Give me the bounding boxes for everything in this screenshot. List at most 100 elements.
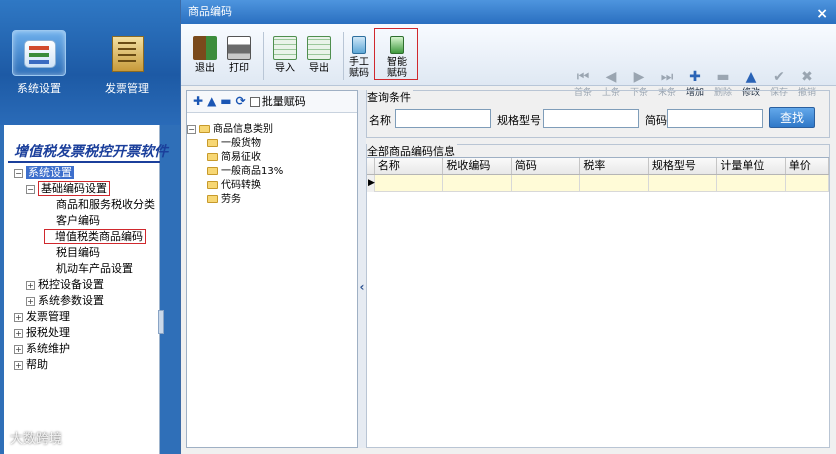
goods-code-table[interactable]: 名称 税收编码 简码 税率 规格型号 计量单位 单价 ▶ [367, 157, 829, 447]
window-titlebar[interactable]: 商品编码 × [181, 0, 836, 24]
nav-item-label: 报税处理 [26, 326, 70, 339]
exit-label: 退出 [195, 63, 215, 74]
table-cell[interactable] [649, 175, 718, 192]
tree-root[interactable]: − 商品信息类别 [187, 123, 273, 137]
column-header[interactable]: 税收编码 [443, 158, 512, 174]
search-button[interactable]: 查找 [769, 107, 815, 128]
add-category-icon[interactable]: ✚ [193, 94, 203, 108]
column-header[interactable]: 计量单位 [717, 158, 786, 174]
chevron-left-icon[interactable]: ‹ [358, 280, 366, 294]
expand-icon[interactable]: + [14, 328, 23, 338]
export-button[interactable]: 导出 [303, 36, 335, 74]
table-cell[interactable] [717, 175, 786, 192]
expand-icon[interactable]: + [14, 360, 23, 370]
nav-item-vehicle-settings[interactable]: 机动车产品设置 [56, 261, 133, 277]
nav-item-tax-filing[interactable]: + 报税处理 [14, 325, 70, 341]
manual-code-icon [352, 36, 366, 54]
import-button[interactable]: 导入 [269, 36, 301, 74]
pane-splitter[interactable]: ‹ [358, 90, 366, 448]
row-pointer-icon: ▶ [367, 175, 375, 192]
column-header[interactable]: 税率 [580, 158, 649, 174]
nav-item-vat-goods-code[interactable]: 增值税类商品编码 [44, 229, 146, 245]
export-label: 导出 [309, 63, 329, 74]
table-row[interactable]: ▶ [367, 175, 829, 192]
refresh-icon[interactable]: ⟳ [236, 94, 246, 108]
launcher-invoice-management[interactable]: 发票管理 [92, 30, 162, 96]
import-label: 导入 [275, 63, 295, 74]
nav-item-label: 系统设置 [26, 166, 74, 179]
cross-icon: ✖ [801, 69, 813, 85]
tree-item-label: 劳务 [221, 194, 241, 205]
query-group-title: 查询条件 [367, 89, 413, 105]
short-code-input[interactable] [667, 109, 763, 128]
nav-item-system-params[interactable]: + 系统参数设置 [26, 293, 104, 309]
expand-icon[interactable]: + [26, 280, 35, 290]
table-cell[interactable] [512, 175, 581, 192]
expand-icon[interactable]: + [14, 344, 23, 354]
column-header[interactable]: 名称 [375, 158, 444, 174]
print-label: 打印 [229, 63, 249, 74]
folder-icon [207, 167, 218, 175]
table-cell[interactable] [443, 175, 512, 192]
launcher-system-settings[interactable]: 系统设置 [4, 30, 74, 96]
expand-icon[interactable]: + [26, 296, 35, 306]
name-input[interactable] [395, 109, 491, 128]
nav-item-system-settings[interactable]: − 系统设置 [14, 165, 74, 181]
system-settings-icon [12, 30, 66, 76]
spec-input[interactable] [543, 109, 639, 128]
folder-icon [207, 181, 218, 189]
import-sheet-icon [273, 36, 297, 60]
category-tree-pane: ✚ ▲ ▬ ⟳ 批量赋码 − 商品信息类别 一般货物 简易征收 一般商品13% 代码转换 … [186, 90, 358, 448]
nav-item-customer-code[interactable]: 客户编码 [56, 213, 100, 229]
tree-item-label: 简易征收 [221, 152, 261, 163]
nav-item-help[interactable]: + 帮助 [14, 357, 48, 373]
nav-item-tax-device-settings[interactable]: + 税控设备设置 [26, 277, 104, 293]
nav-item-system-maintenance[interactable]: + 系统维护 [14, 341, 70, 357]
column-header[interactable]: 简码 [512, 158, 581, 174]
expand-icon[interactable]: + [14, 312, 23, 322]
up-arrow-icon[interactable]: ▲ [207, 94, 216, 108]
panel-collapse-handle[interactable] [158, 310, 164, 334]
tree-item[interactable]: 一般货物 [207, 137, 261, 151]
table-header: 名称 税收编码 简码 税率 规格型号 计量单位 单价 [367, 158, 829, 175]
invoice-management-icon [100, 30, 154, 76]
tree-root-label: 商品信息类别 [213, 124, 273, 135]
nav-item-label: 税控设备设置 [38, 278, 104, 291]
remove-category-icon[interactable]: ▬ [220, 94, 231, 108]
tree-item-label: 代码转换 [221, 180, 261, 191]
table-cell[interactable] [786, 175, 829, 192]
batch-code-checkbox[interactable] [249, 97, 260, 107]
first-icon: ⏮ [576, 69, 590, 85]
folder-icon [199, 125, 210, 133]
last-icon: ⏭ [660, 69, 674, 85]
manual-code-button[interactable]: 手工 赋码 [346, 36, 372, 79]
tree-item[interactable]: 劳务 [207, 193, 241, 207]
watermark: 大数跨境 [10, 432, 63, 447]
nav-item-invoice-management[interactable]: + 发票管理 [14, 309, 70, 325]
nav-item-label: 税目编码 [56, 246, 100, 259]
nav-item-label: 系统维护 [26, 342, 70, 355]
tree-item[interactable]: 简易征收 [207, 151, 261, 165]
collapse-icon[interactable]: − [14, 168, 23, 178]
nav-item-tax-classification[interactable]: 商品和服务税收分类 [56, 197, 160, 213]
print-button[interactable]: 打印 [223, 36, 255, 74]
column-header[interactable]: 单价 [786, 158, 829, 174]
nav-item-basic-code-settings[interactable]: − 基础编码设置 [26, 181, 110, 197]
close-icon[interactable]: × [816, 2, 828, 26]
tree-item[interactable]: 一般商品13% [207, 165, 283, 179]
exit-door-icon [193, 36, 217, 60]
prev-icon: ◀ [605, 69, 617, 85]
collapse-icon[interactable]: − [187, 124, 196, 134]
nav-item-tax-item-code[interactable]: 税目编码 [56, 245, 100, 261]
column-header[interactable]: 规格型号 [649, 158, 718, 174]
exit-button[interactable]: 退出 [189, 36, 221, 74]
table-cell[interactable] [375, 175, 444, 192]
check-icon: ✔ [773, 69, 785, 85]
table-cell[interactable] [580, 175, 649, 192]
app-brand-title: 增值税发票税控开票软件 [14, 144, 168, 160]
tree-toolbar: ✚ ▲ ▬ ⟳ 批量赋码 [187, 91, 357, 113]
manual-code-label: 手工 [349, 57, 369, 68]
plus-icon: ✚ [689, 69, 701, 85]
collapse-icon[interactable]: − [26, 184, 35, 194]
tree-item[interactable]: 代码转换 [207, 179, 261, 193]
